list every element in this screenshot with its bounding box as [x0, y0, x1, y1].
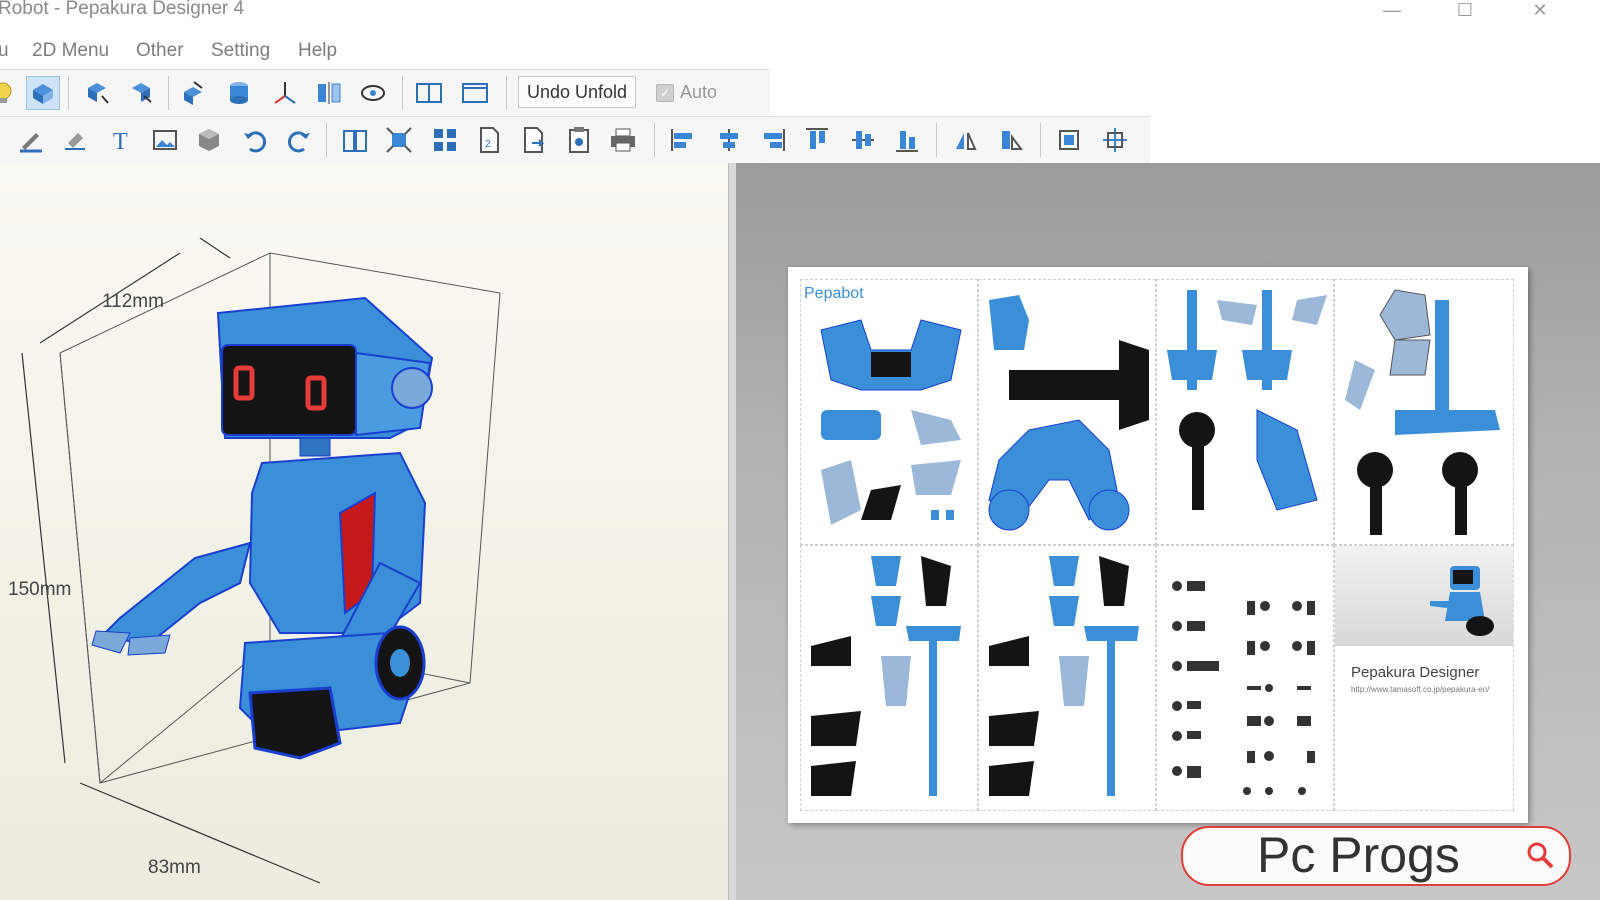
svg-text:T: T [113, 129, 128, 155]
page-export-icon[interactable] [516, 123, 550, 157]
window-title: Robot - Pepakura Designer 4 [0, 0, 245, 19]
menu-item-setting[interactable]: Setting [211, 40, 270, 62]
part-pieces [988, 295, 1149, 531]
menu-item-2d-menu[interactable]: 2D Menu [32, 40, 109, 62]
undo-icon[interactable] [238, 123, 272, 157]
split-view-icon[interactable] [412, 76, 446, 110]
part-cell [1156, 545, 1334, 811]
menu-item-edit-partial[interactable]: u [0, 40, 9, 62]
group-icon[interactable] [1052, 123, 1086, 157]
align-middle-icon[interactable] [846, 123, 880, 157]
svg-text:2: 2 [485, 139, 491, 150]
align-top-icon[interactable] [800, 123, 834, 157]
part-cell [978, 279, 1156, 545]
view-icon[interactable] [356, 76, 390, 110]
search-icon [1527, 842, 1554, 869]
clipboard-icon[interactable] [562, 123, 596, 157]
unfold-2d-view[interactable]: Pepabot Pepakura Designer http://www.tam… [736, 163, 1600, 900]
image-icon[interactable] [148, 123, 182, 157]
select-face-icon[interactable] [176, 76, 210, 110]
part-cell [800, 545, 978, 811]
paper-sheet: Pepabot Pepakura Designer http://www.tam… [788, 267, 1528, 823]
toolbar-2d: T 2 [0, 116, 1150, 164]
rotate-left-icon[interactable] [80, 76, 114, 110]
watermark-text: Pc Progs [1257, 827, 1460, 883]
flip-h-icon[interactable] [948, 123, 982, 157]
text-icon[interactable]: T [104, 123, 138, 157]
menu-item-other[interactable]: Other [136, 40, 184, 62]
dimension-depth-label: 83mm [148, 857, 201, 878]
part-cell [1156, 279, 1334, 545]
open-model-icon[interactable] [26, 76, 60, 110]
flip-v-icon[interactable] [994, 123, 1028, 157]
undo-unfold-button[interactable]: Undo Unfold [518, 76, 636, 108]
model-3d-view[interactable]: 112mm 150mm 83mm [0, 163, 728, 900]
close-button[interactable]: ✕ [1518, 0, 1562, 24]
print-icon[interactable] [606, 123, 640, 157]
part-cell [1334, 279, 1514, 545]
bulb-icon[interactable] [0, 76, 20, 110]
maximize-button[interactable]: ☐ [1443, 0, 1487, 24]
dimension-height-label: 150mm [8, 579, 72, 600]
dimension-width-label: 112mm [102, 291, 164, 312]
part-cell [978, 545, 1156, 811]
part-pieces [1167, 290, 1327, 511]
part-pieces [820, 319, 962, 525]
menu-bar: u 2D Menu Other Setting Help [0, 36, 1600, 68]
auto-checkbox[interactable]: ✓ Auto [656, 82, 717, 103]
align-right-icon[interactable] [756, 123, 790, 157]
robot-3d-model [21, 237, 501, 884]
watermark-badge: Pc Progs [1181, 826, 1571, 886]
brand-caption: Pepakura Designer [1351, 664, 1480, 681]
align-bottom-icon[interactable] [890, 123, 924, 157]
align-left-icon[interactable] [666, 123, 700, 157]
align-center-icon[interactable] [712, 123, 746, 157]
ungroup-icon[interactable] [1098, 123, 1132, 157]
auto-label: Auto [680, 82, 718, 102]
menu-item-help[interactable]: Help [298, 40, 337, 62]
axis-icon[interactable] [268, 76, 302, 110]
brand-photo [1335, 546, 1513, 646]
page-icon[interactable]: 2 [472, 123, 506, 157]
mirror-icon[interactable] [312, 76, 346, 110]
brand-cell: Pepakura Designer http://www.tamasoft.co… [1334, 545, 1514, 811]
cube-icon[interactable] [192, 123, 226, 157]
part-cell [800, 279, 978, 545]
rotate-right-icon[interactable] [124, 76, 158, 110]
robot-photo-icon [1430, 566, 1494, 636]
redo-icon[interactable] [282, 123, 316, 157]
book-icon[interactable] [338, 123, 372, 157]
part-pieces [989, 556, 1139, 796]
toolbar-3d: Undo Unfold ✓ Auto [0, 69, 770, 117]
fit-icon[interactable] [382, 123, 416, 157]
brand-url: http://www.tamasoft.co.jp/pepakura-en/ [1351, 685, 1490, 694]
grid-icon[interactable] [428, 123, 462, 157]
eraser-icon[interactable] [58, 123, 92, 157]
title-bar: Robot - Pepakura Designer 4 — ☐ ✕ [0, 0, 1600, 28]
part-pieces [811, 556, 961, 796]
minimize-button[interactable]: — [1370, 0, 1414, 24]
part-pieces [1172, 581, 1315, 795]
cylinder-icon[interactable] [222, 76, 256, 110]
part-pieces [1345, 289, 1500, 535]
single-view-icon[interactable] [458, 76, 492, 110]
pen-icon[interactable] [14, 123, 48, 157]
auto-check-icon: ✓ [656, 83, 674, 102]
